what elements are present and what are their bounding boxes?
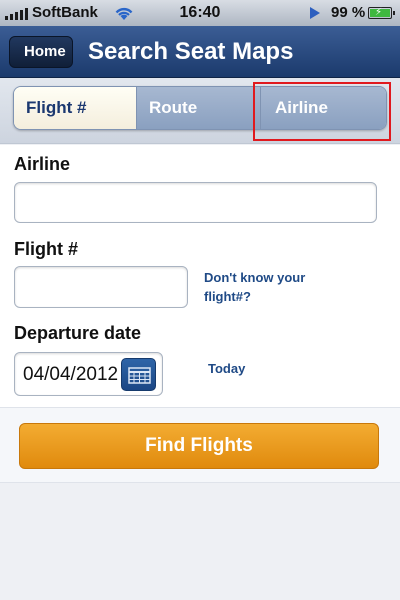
battery-charging-icon: ⚡ (368, 7, 395, 19)
play-icon (310, 7, 320, 19)
status-bar: SoftBank 16:40 99 % ⚡ (0, 0, 400, 26)
flight-number-help-link[interactable]: Don't know your flight#? (204, 268, 324, 306)
find-flights-button[interactable]: Find Flights (19, 423, 379, 469)
flight-number-input[interactable] (14, 266, 188, 308)
airline-label: Airline (14, 154, 71, 174)
action-area: Find Flights (0, 407, 400, 483)
departure-date-value: 04/04/2012 (23, 364, 119, 385)
tab-flight-number[interactable]: Flight # (14, 87, 136, 129)
home-button[interactable]: Home (9, 36, 73, 68)
tab-route[interactable]: Route (136, 87, 260, 129)
battery-percent: 99 % (331, 4, 366, 21)
calendar-button[interactable] (121, 358, 156, 391)
search-form: Airline Flight # Don't know your flight#… (0, 145, 400, 407)
flight-number-label: Flight # (14, 239, 78, 259)
page-title: Search Seat Maps (88, 38, 294, 65)
today-link[interactable]: Today (208, 361, 245, 376)
empty-content-area (0, 484, 400, 600)
departure-date-field[interactable]: 04/04/2012 (14, 352, 163, 396)
home-button-label: Home (24, 43, 66, 60)
departure-date-label: Departure date (14, 323, 142, 343)
airline-input[interactable] (14, 182, 377, 223)
calendar-icon (128, 367, 151, 384)
airline-tab-highlight (253, 82, 391, 141)
navigation-bar: Home Search Seat Maps (0, 26, 400, 78)
